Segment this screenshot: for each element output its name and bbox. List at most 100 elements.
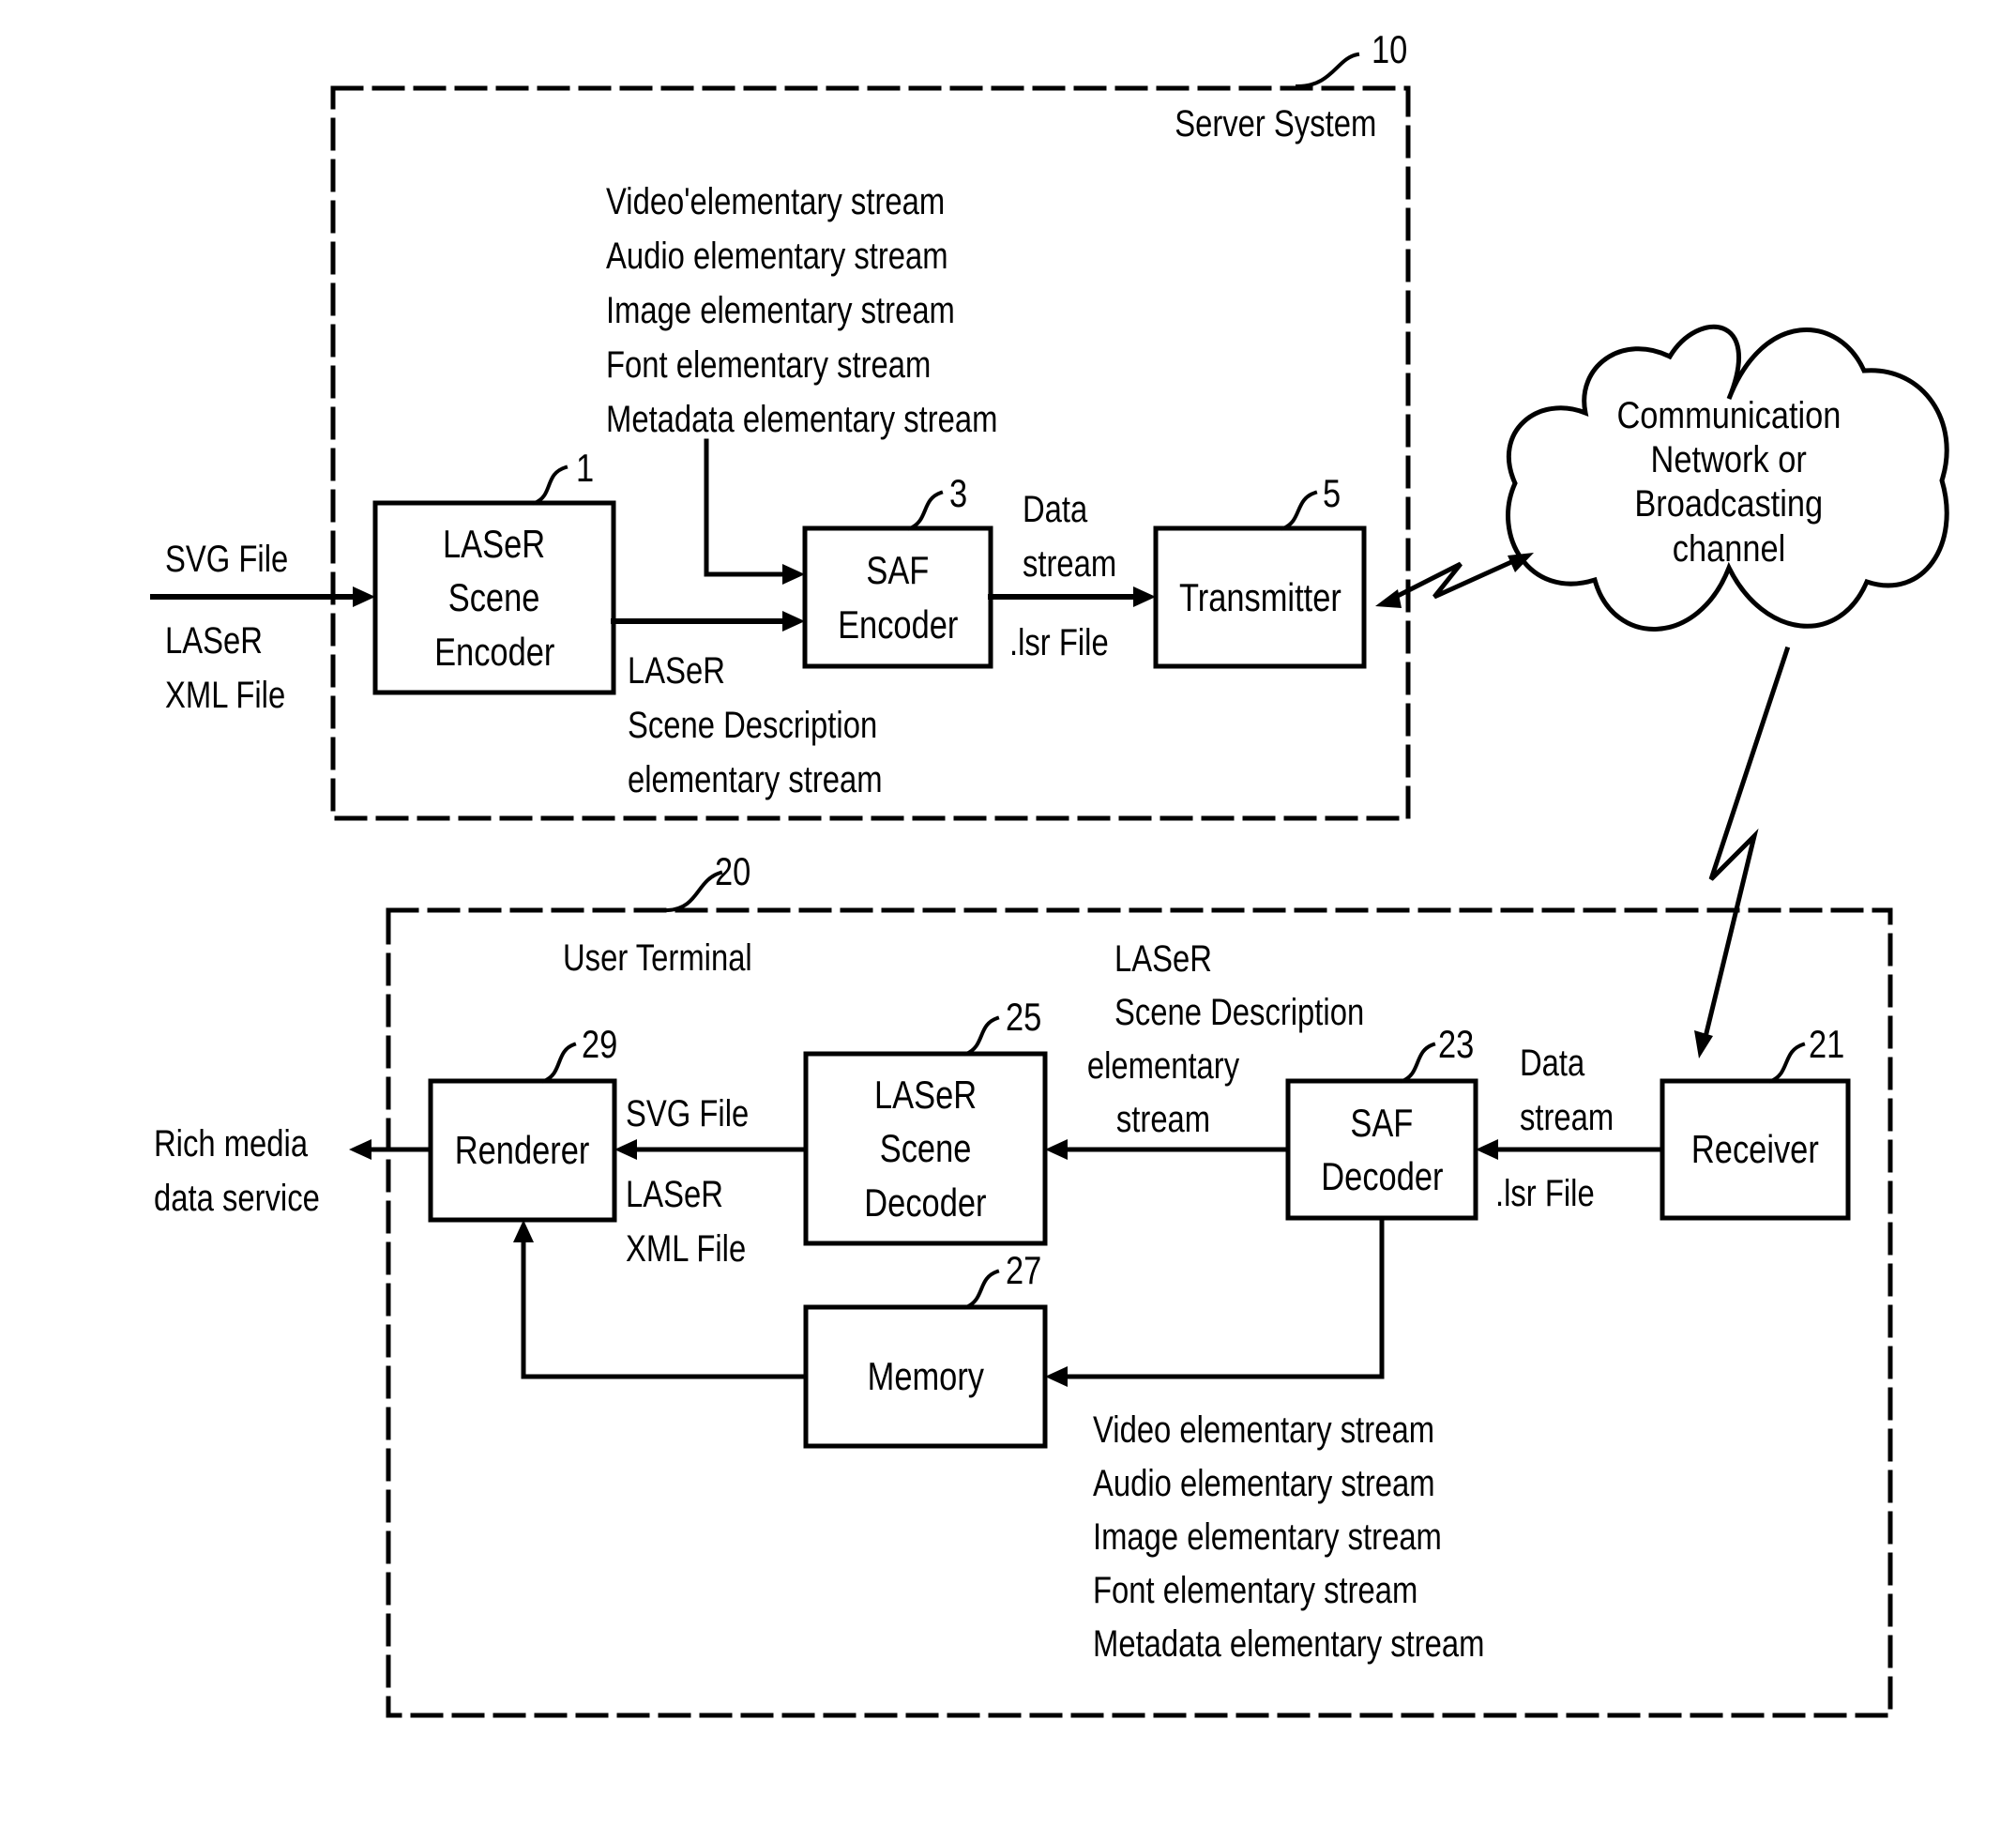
memory-ref-number: 27 xyxy=(1006,1248,1042,1292)
scene-description-line: elementary stream xyxy=(628,759,883,800)
scene-description-line: Scene Description xyxy=(628,705,878,746)
saf-decoder-line: SAF xyxy=(1350,1100,1414,1145)
receiver-label: Receiver xyxy=(1662,1081,1848,1218)
scene-encoder-line: Encoder xyxy=(433,629,555,674)
arrowhead-receiver-side xyxy=(1694,1030,1713,1058)
xml-file-label: XML File xyxy=(165,675,286,716)
server-stream-item: Metadata elementary stream xyxy=(606,399,998,440)
scene-description-line: stream xyxy=(1115,1099,1211,1140)
server-system-ref-number: 10 xyxy=(1372,27,1408,71)
user-stream-list: Video elementary stream Audio elementary… xyxy=(1093,1404,1570,1671)
scene-description-line: Scene Description xyxy=(1114,992,1365,1033)
transmitter-label: Transmitter xyxy=(1156,528,1364,666)
user-stream-item: Metadata elementary stream xyxy=(1093,1623,1485,1665)
data-label: Data xyxy=(1520,1043,1585,1084)
server-stream-item: Video'elementary stream xyxy=(606,181,946,222)
scene-decoder-label: LASeR Scene Decoder xyxy=(806,1054,1045,1243)
saf-encoder-line: SAF xyxy=(866,548,930,593)
scene-encoder-ref-number: 1 xyxy=(576,446,595,490)
scene-description-line: elementary xyxy=(1086,1045,1240,1087)
user-stream-item: Font elementary stream xyxy=(1093,1570,1418,1611)
arrowhead-memory-to-renderer xyxy=(513,1220,534,1242)
scene-description-line: LASeR xyxy=(1114,938,1212,980)
svg-file-input-label: SVG File xyxy=(165,539,289,580)
stream-label: stream xyxy=(1520,1097,1614,1138)
memory-ref-leader xyxy=(963,1269,1000,1310)
network-line: Communication xyxy=(1616,395,1842,436)
memory-line: Memory xyxy=(867,1354,984,1399)
user-data-stream-label: Data stream xyxy=(1520,1036,1634,1145)
saf-decoder-to-memory-line xyxy=(1059,1215,1385,1379)
rich-media-line: data service xyxy=(154,1178,320,1219)
scene-decoder-ref-leader xyxy=(963,1015,1000,1057)
xml-file-label: XML File xyxy=(626,1228,747,1270)
stream-label: stream xyxy=(1023,543,1117,585)
user-scene-description-label: LASeR Scene Description elementary strea… xyxy=(1041,933,1365,1147)
scene-encoder-line: LASeR xyxy=(443,522,546,567)
scene-encoder-line: Scene xyxy=(448,575,540,620)
scene-description-line: LASeR xyxy=(628,650,725,692)
laser-label: LASeR xyxy=(626,1174,723,1215)
server-data-stream-label: Data stream xyxy=(1023,482,1137,591)
user-terminal-ref-leader xyxy=(665,870,723,913)
arrowhead-svg-input xyxy=(353,586,375,607)
user-stream-item: Video elementary stream xyxy=(1093,1409,1435,1451)
server-scene-description-label: LASeR Scene Description elementary strea… xyxy=(628,644,938,807)
server-system-title: Server System xyxy=(1174,103,1376,145)
saf-encoder-ref-number: 3 xyxy=(949,471,968,515)
server-stream-item: Image elementary stream xyxy=(606,290,955,331)
scene-decoder-line: LASeR xyxy=(873,1073,978,1118)
stream-list-connector xyxy=(704,438,791,577)
scene-decoder-ref-number: 25 xyxy=(1006,995,1042,1039)
server-lsr-file-label: .lsr File xyxy=(1009,622,1109,663)
scene-decoder-line: Scene xyxy=(879,1126,972,1171)
scene-decoder-line: Decoder xyxy=(864,1180,987,1225)
arrowhead-to-memory xyxy=(1045,1366,1068,1387)
arrowhead-transmitter-side xyxy=(1375,589,1402,608)
user-lsr-file-label: .lsr File xyxy=(1495,1173,1595,1214)
server-stream-item: Font elementary stream xyxy=(606,344,932,386)
network-receiver-link xyxy=(1702,646,1791,1041)
svg-file-label: SVG File xyxy=(626,1093,750,1134)
saf-encoder-ref-leader xyxy=(907,490,944,531)
saf-decoder-line: Decoder xyxy=(1320,1154,1444,1198)
transmitter-ref-number: 5 xyxy=(1323,471,1341,515)
renderer-ref-leader xyxy=(541,1042,577,1084)
network-line: channel xyxy=(1672,527,1786,570)
receiver-ref-number: 21 xyxy=(1809,1022,1845,1066)
renderer-laser-xml-label: LASeR XML File xyxy=(626,1167,772,1276)
transmitter-line: Transmitter xyxy=(1178,574,1341,619)
user-terminal-title: User Terminal xyxy=(563,937,752,979)
patent-figure: 10 Server System Video'elementary stream… xyxy=(0,0,2016,1827)
rich-media-line: Rich media xyxy=(154,1123,309,1165)
renderer-ref-number: 29 xyxy=(582,1022,618,1066)
network-cloud-label: Communication Network or Broadcasting ch… xyxy=(1541,394,1917,571)
laser-xml-input-label: LASeR XML File xyxy=(165,614,311,723)
renderer-label: Renderer xyxy=(431,1081,614,1220)
receiver-line: Receiver xyxy=(1691,1127,1819,1172)
server-ref-leader xyxy=(1295,52,1360,89)
scene-encoder-ref-leader xyxy=(532,464,568,506)
network-line: Network or xyxy=(1650,439,1808,481)
server-stream-list: Video'elementary stream Audio elementary… xyxy=(606,175,1084,447)
arrowhead-encoder-to-saf xyxy=(782,611,805,632)
network-line: Broadcasting xyxy=(1634,483,1824,525)
receiver-ref-leader xyxy=(1768,1042,1806,1084)
saf-decoder-label: SAF Decoder xyxy=(1288,1081,1476,1218)
laser-label: LASeR xyxy=(165,620,263,662)
transmitter-ref-leader xyxy=(1281,490,1318,531)
user-stream-item: Image elementary stream xyxy=(1093,1516,1442,1558)
arrowhead-to-renderer xyxy=(614,1139,637,1160)
renderer-svg-file-label: SVG File xyxy=(626,1087,776,1141)
data-label: Data xyxy=(1023,489,1088,530)
rich-media-output-label: Rich media data service xyxy=(154,1117,356,1226)
scene-encoder-label: LASeR Scene Encoder xyxy=(375,503,614,693)
saf-decoder-ref-leader xyxy=(1400,1042,1436,1084)
saf-decoder-ref-number: 23 xyxy=(1438,1022,1475,1066)
memory-label: Memory xyxy=(806,1307,1045,1446)
renderer-line: Renderer xyxy=(455,1128,590,1173)
server-stream-item: Audio elementary stream xyxy=(606,236,948,277)
user-terminal-ref-number: 20 xyxy=(715,849,751,893)
arrowhead-stream-list xyxy=(782,564,805,585)
arrowhead-to-saf-decoder xyxy=(1476,1139,1498,1160)
